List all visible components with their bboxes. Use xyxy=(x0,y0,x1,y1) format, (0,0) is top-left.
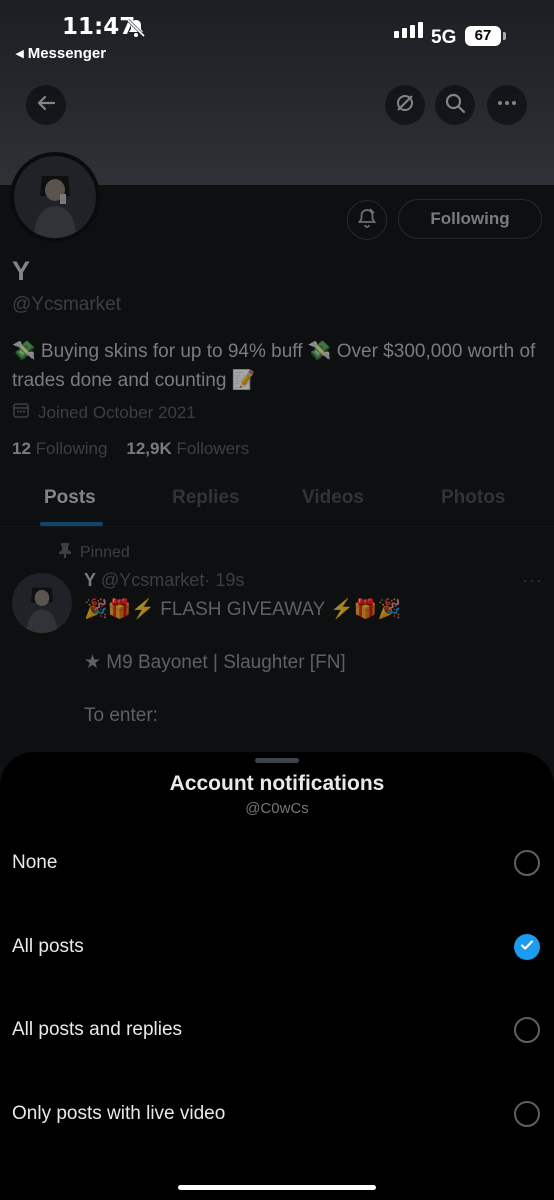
grok-icon xyxy=(394,92,416,119)
profile-bio: 💸 Buying skins for up to 94% buff 💸 Over… xyxy=(12,341,536,391)
option-label: All posts and replies xyxy=(12,1019,183,1040)
calendar-icon xyxy=(12,401,30,424)
joined-date: Joined October 2021 xyxy=(12,401,196,424)
status-time: 11:47 xyxy=(62,14,136,40)
option-label: None xyxy=(12,852,58,873)
following-button[interactable]: Following xyxy=(398,199,542,239)
tab-posts[interactable]: Posts xyxy=(44,487,96,509)
option-live-video[interactable]: Only posts with live video xyxy=(0,1079,554,1149)
post-line-1: 🎉🎁⚡ FLASH GIVEAWAY ⚡🎁🎉 xyxy=(84,599,402,620)
post-header: Y @Ycsmarket· 19s xyxy=(84,570,244,591)
post-author-avatar[interactable] xyxy=(12,573,72,633)
post-author-handle[interactable]: @Ycsmarket xyxy=(101,570,204,590)
profile-handle: @Ycsmarket xyxy=(12,294,122,315)
joined-text: Joined October 2021 xyxy=(38,402,196,422)
sheet-subtitle: @C0wCs xyxy=(245,800,309,817)
option-label: Only posts with live video xyxy=(12,1103,226,1124)
notifications-bell-button[interactable] xyxy=(347,200,387,240)
option-all-posts[interactable]: All posts xyxy=(0,912,554,982)
check-icon xyxy=(520,938,534,957)
radio-button[interactable] xyxy=(514,850,540,876)
post-author-name[interactable]: Y xyxy=(84,570,96,590)
profile-avatar[interactable] xyxy=(10,152,100,242)
option-label: All posts xyxy=(12,936,84,957)
back-arrow-icon xyxy=(35,92,57,119)
battery-indicator: 67 xyxy=(465,26,506,46)
radio-button[interactable] xyxy=(514,1017,540,1043)
more-button[interactable] xyxy=(487,85,527,125)
option-none[interactable]: None xyxy=(0,828,554,898)
radio-button[interactable] xyxy=(514,1101,540,1127)
post-line-2: ★ M9 Bayonet | Slaughter [FN] xyxy=(84,652,346,673)
followers-count-link[interactable]: 12,9K Followers xyxy=(126,439,249,458)
more-icon xyxy=(496,92,518,119)
tab-videos[interactable]: Videos xyxy=(302,487,364,509)
post-time: · 19s xyxy=(204,570,245,590)
post-line-3: To enter: xyxy=(84,705,158,726)
back-to-app-link[interactable]: ◂ Messenger xyxy=(16,44,106,62)
home-indicator[interactable] xyxy=(178,1185,376,1190)
status-bar: 11:47 ◂ Messenger 5G 67 xyxy=(0,0,554,70)
signal-icon xyxy=(394,22,423,38)
tab-photos[interactable]: Photos xyxy=(441,487,505,509)
profile-name: Y xyxy=(12,256,31,286)
network-type: 5G xyxy=(431,27,457,48)
post-more-icon[interactable]: ··· xyxy=(522,570,543,591)
grok-button[interactable] xyxy=(385,85,425,125)
radio-button-selected[interactable] xyxy=(514,934,540,960)
tab-replies[interactable]: Replies xyxy=(172,487,240,509)
silent-bell-icon xyxy=(126,18,146,43)
follow-counts: 12 Following 12,9K Followers xyxy=(12,439,249,459)
search-button[interactable] xyxy=(435,85,475,125)
notifications-sheet: Account notifications @C0wCs None All po… xyxy=(0,752,554,1200)
pin-icon xyxy=(58,542,72,563)
profile-tabs: Posts Replies Videos Photos xyxy=(0,478,554,527)
sheet-grabber[interactable] xyxy=(255,758,299,763)
pinned-label: Pinned xyxy=(58,542,130,563)
active-tab-indicator xyxy=(40,522,103,526)
following-count-link[interactable]: 12 Following xyxy=(12,439,107,458)
search-icon xyxy=(444,92,466,119)
bell-plus-icon xyxy=(356,207,378,234)
sheet-title: Account notifications xyxy=(169,772,385,795)
back-button[interactable] xyxy=(26,85,66,125)
option-all-posts-and-replies[interactable]: All posts and replies xyxy=(0,995,554,1065)
